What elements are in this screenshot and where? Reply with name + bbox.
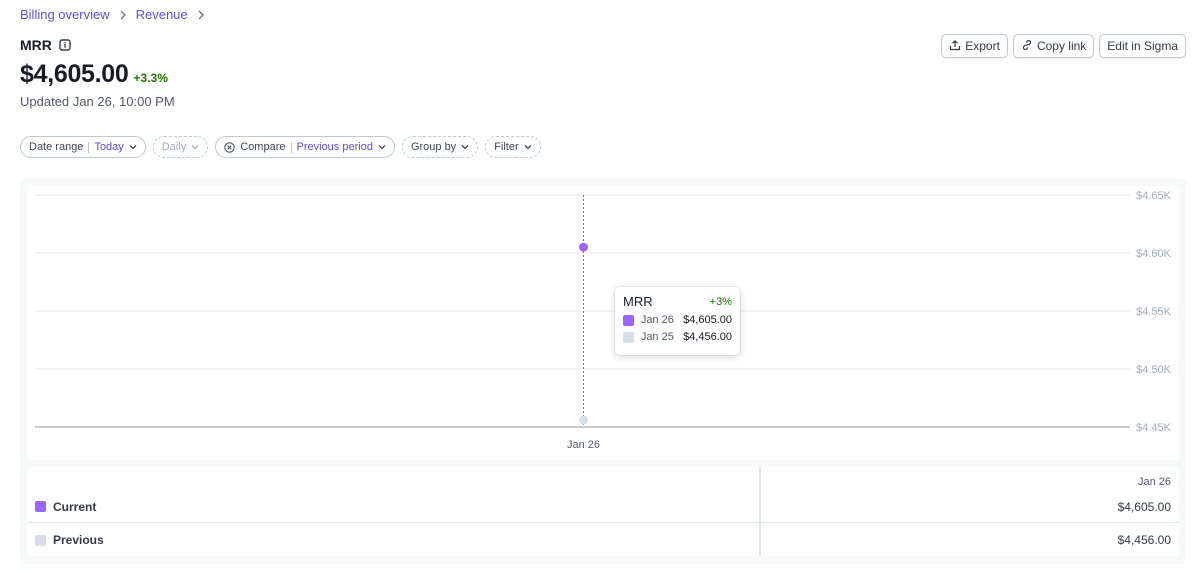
date-range-label: Date range: [29, 141, 84, 153]
chevron-down-icon: [129, 144, 137, 150]
updated-timestamp: Updated Jan 26, 10:00 PM: [20, 94, 175, 109]
data-point-current[interactable]: [579, 242, 588, 252]
tooltip-value: $4,605.00: [683, 314, 732, 326]
action-buttons: Export Copy link Edit in Sigma: [941, 34, 1186, 58]
compare-label: Compare: [240, 141, 286, 153]
y-tick-label: $4.50K: [1136, 364, 1172, 376]
divider: [88, 141, 90, 153]
x-axis-ticks: Jan 26: [567, 439, 600, 451]
tooltip-date: Jan 25: [640, 331, 674, 343]
breadcrumb-revenue[interactable]: Revenue: [136, 7, 188, 22]
chart-card: [27, 186, 1179, 460]
tooltip-title: MRR: [623, 294, 653, 309]
clear-compare-icon[interactable]: [224, 141, 235, 153]
data-table: Jan 26 Current $4,605.00 Previous $4,456…: [27, 467, 1179, 556]
copy-link-button[interactable]: Copy link: [1012, 34, 1095, 58]
tooltip-row-previous: Jan 25 $4,456.00: [623, 331, 732, 343]
y-tick-label: $4.65K: [1136, 190, 1172, 202]
group-by-filter[interactable]: Group by: [401, 136, 479, 158]
date-range-filter[interactable]: Date range Today: [20, 136, 146, 158]
metric-name: MRR: [20, 37, 52, 53]
edit-in-sigma-button[interactable]: Edit in Sigma: [1099, 34, 1186, 58]
y-tick-label: $4.55K: [1136, 306, 1172, 318]
export-button[interactable]: Export: [941, 34, 1008, 58]
chevron-down-icon: [378, 144, 386, 150]
export-icon: [949, 39, 961, 54]
tooltip-date: Jan 26: [640, 314, 674, 326]
info-icon[interactable]: [59, 39, 71, 51]
interval-filter[interactable]: Daily: [152, 136, 209, 158]
chevron-right-icon: [197, 10, 205, 20]
edit-in-sigma-label: Edit in Sigma: [1107, 39, 1178, 53]
tooltip-row-current: Jan 26 $4,605.00: [623, 314, 732, 326]
chevron-down-icon: [461, 144, 469, 150]
x-tick-label: Jan 26: [567, 439, 600, 451]
current-swatch: [35, 501, 46, 512]
metric-delta: +3.3%: [133, 71, 168, 85]
link-icon: [1021, 39, 1033, 54]
chevron-down-icon: [524, 144, 532, 150]
group-by-label: Group by: [410, 141, 457, 153]
series-value: $4,456.00: [1117, 533, 1171, 547]
page-title: MRR: [20, 37, 71, 53]
current-swatch: [623, 314, 634, 326]
compare-value: Previous period: [296, 141, 373, 153]
interval-value: Daily: [161, 141, 187, 153]
table-column-header: Jan 26: [1137, 476, 1171, 488]
table-row[interactable]: Previous $4,456.00: [27, 524, 1179, 556]
previous-swatch: [623, 331, 634, 343]
divider: [290, 141, 292, 153]
series-value: $4,605.00: [1117, 499, 1171, 514]
compare-filter[interactable]: Compare Previous period: [215, 136, 395, 158]
breadcrumb-billing-overview[interactable]: Billing overview: [20, 7, 110, 22]
metric-value: $4,605.00: [20, 60, 129, 88]
data-point-previous[interactable]: [579, 415, 588, 425]
date-range-value: Today: [94, 141, 124, 153]
export-label: Export: [965, 39, 1000, 53]
breadcrumb: Billing overview Revenue: [20, 7, 214, 22]
filter-button[interactable]: Filter: [485, 136, 541, 158]
filter-label: Filter: [494, 141, 519, 153]
metric-value-row: $4,605.00 +3.3%: [20, 60, 168, 89]
chart-tooltip: MRR +3% Jan 26 $4,605.00 Jan 25 $4,456.0…: [615, 287, 740, 355]
tooltip-delta: +3%: [709, 295, 732, 308]
series-name: Current: [53, 499, 97, 514]
y-tick-label: $4.45K: [1136, 422, 1172, 434]
previous-swatch: [35, 534, 46, 546]
y-tick-label: $4.60K: [1136, 248, 1172, 260]
tooltip-value: $4,456.00: [683, 331, 732, 343]
filter-bar: Date range Today Daily Compare Previous …: [20, 136, 541, 158]
chevron-down-icon: [191, 144, 199, 150]
table-row[interactable]: Current $4,605.00: [27, 491, 1179, 523]
copy-link-label: Copy link: [1036, 39, 1087, 53]
series-name: Previous: [53, 533, 104, 547]
chevron-right-icon: [119, 10, 127, 20]
